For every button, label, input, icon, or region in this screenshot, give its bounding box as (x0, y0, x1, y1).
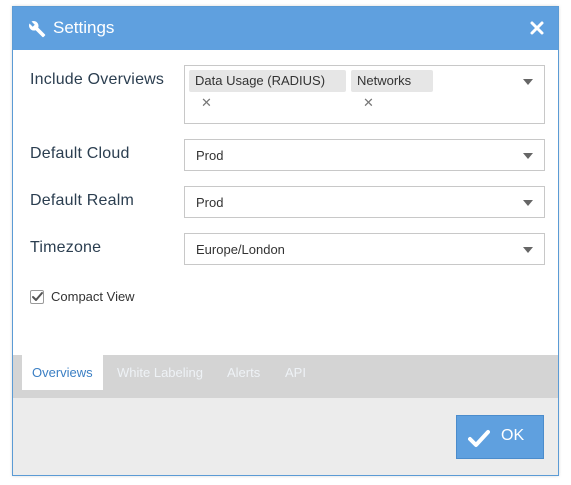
tag-label: Data Usage (RADIUS) (195, 73, 326, 88)
dialog-titlebar: Settings (13, 7, 558, 50)
remove-tag-icon[interactable]: ✕ (201, 92, 212, 114)
default-realm-select[interactable]: Prod (184, 186, 545, 218)
tab-api[interactable]: API (285, 355, 306, 390)
timezone-value: Europe/London (196, 242, 285, 257)
ok-button-label: OK (501, 427, 525, 444)
default-realm-label: Default Realm (30, 192, 134, 209)
tag-networks: Networks✕ (351, 70, 433, 110)
settings-tabs: Overviews White Labeling Alerts API (13, 355, 558, 398)
tab-overviews[interactable]: Overviews (22, 355, 103, 390)
timezone-label: Timezone (30, 239, 102, 256)
chevron-down-icon[interactable] (523, 79, 533, 85)
ok-button[interactable]: OK (456, 415, 544, 459)
include-overviews-multiselect[interactable]: Data Usage (RADIUS)✕ Networks✕ (184, 65, 545, 124)
remove-tag-icon[interactable]: ✕ (363, 92, 374, 114)
close-icon[interactable] (528, 19, 546, 37)
dialog-footer: OK (13, 398, 558, 475)
default-cloud-value: Prod (196, 148, 224, 163)
compact-view-label: Compact View (51, 289, 135, 304)
chevron-down-icon[interactable] (523, 247, 533, 253)
default-realm-value: Prod (196, 195, 224, 210)
default-cloud-label: Default Cloud (30, 145, 130, 162)
wrench-icon (29, 21, 46, 38)
default-cloud-select[interactable]: Prod (184, 139, 545, 171)
tab-white-labeling[interactable]: White Labeling (117, 355, 203, 390)
chevron-down-icon[interactable] (523, 200, 533, 206)
timezone-select[interactable]: Europe/London (184, 233, 545, 265)
settings-dialog: Settings Include Overviews Data Usage (R… (12, 6, 559, 476)
compact-view-checkbox[interactable] (30, 290, 44, 304)
dialog-title: Settings (53, 18, 115, 37)
checkmark-icon (32, 292, 43, 301)
tag-data-usage: Data Usage (RADIUS)✕ (189, 70, 346, 110)
tab-alerts[interactable]: Alerts (227, 355, 260, 390)
checkmark-icon (468, 430, 490, 447)
include-overviews-label: Include Overviews (30, 71, 165, 88)
tag-label: Networks (357, 73, 412, 88)
chevron-down-icon[interactable] (523, 153, 533, 159)
